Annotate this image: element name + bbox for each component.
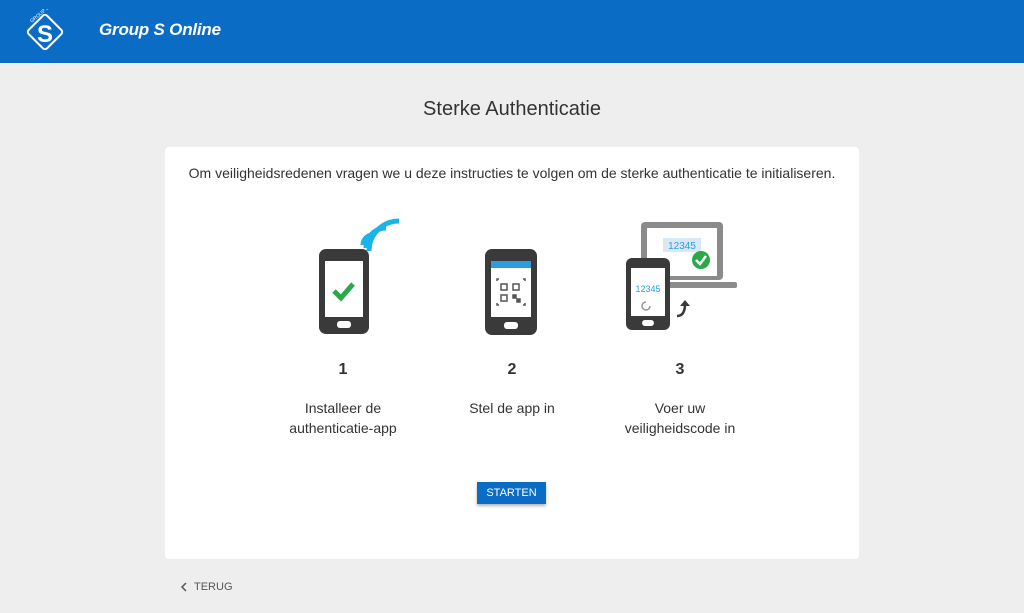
wifi-icon xyxy=(360,218,400,252)
step-1-label: Installeer de authenticatie-app xyxy=(289,400,397,436)
step-2-label: Stel de app in xyxy=(469,400,555,416)
step-3-label: Voer uw veiligheidscode in xyxy=(624,400,736,436)
back-label: TERUG xyxy=(194,581,233,593)
install-app-illustration xyxy=(319,218,400,334)
svg-text:12345: 12345 xyxy=(668,241,696,252)
back-link[interactable]: TERUG xyxy=(180,581,233,593)
svg-text:S: S xyxy=(37,21,53,48)
step-2-number: 2 xyxy=(507,361,517,378)
check-circle-icon xyxy=(692,251,710,269)
step-1-number: 1 xyxy=(338,361,348,378)
intro-text: Om veiligheidsredenen vragen we u deze i… xyxy=(188,165,836,181)
top-header: S GROUP S Group S Online xyxy=(0,0,1024,63)
app-title: Group S Online xyxy=(99,20,221,39)
step-3-number: 3 xyxy=(675,361,685,378)
chevron-left-icon xyxy=(180,582,187,592)
svg-text:12345: 12345 xyxy=(635,284,660,294)
instructions-card: Om veiligheidsredenen vragen we u deze i… xyxy=(165,147,859,559)
page-title: Sterke Authenticatie xyxy=(423,98,601,120)
enter-code-illustration: 12345 12345 xyxy=(626,222,737,330)
setup-app-illustration xyxy=(485,249,537,335)
group-s-logo[interactable]: S GROUP S xyxy=(22,9,68,55)
start-button[interactable]: STARTEN xyxy=(477,482,546,504)
